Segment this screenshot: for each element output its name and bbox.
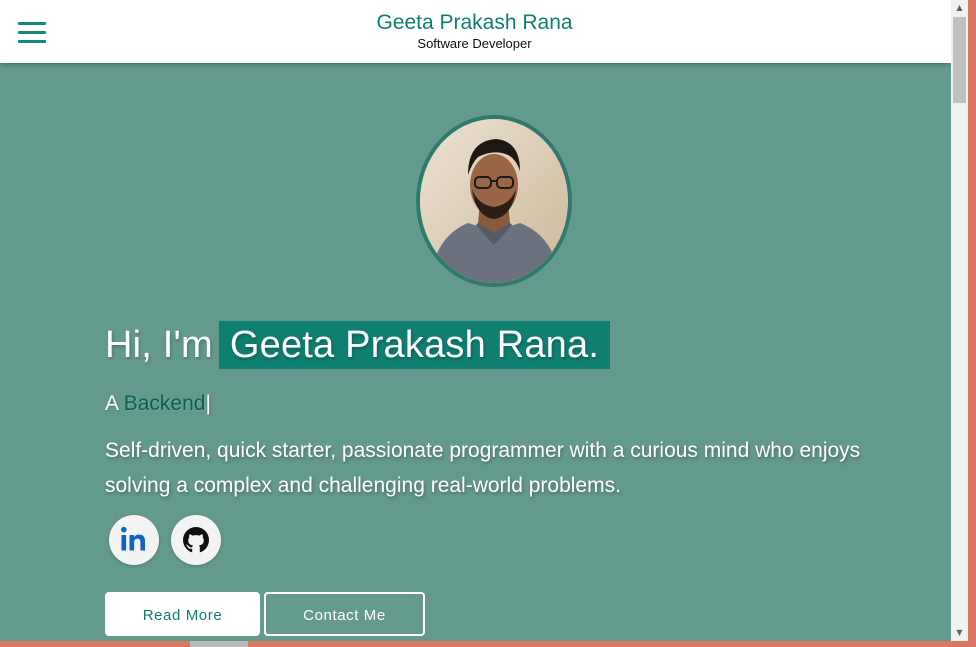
site-header: Geeta Prakash Rana Software Developer bbox=[0, 0, 951, 63]
avatar bbox=[416, 115, 572, 287]
taskbar-item[interactable] bbox=[190, 641, 248, 647]
github-icon bbox=[183, 527, 209, 553]
linkedin-icon bbox=[121, 526, 145, 551]
brand[interactable]: Geeta Prakash Rana Software Developer bbox=[0, 10, 949, 52]
hero-heading: Hi, I'm Geeta Prakash Rana. bbox=[105, 321, 611, 369]
hero-bio: Self-driven, quick starter, passionate p… bbox=[105, 439, 861, 497]
scroll-down-arrow-icon[interactable]: ▼ bbox=[951, 625, 968, 641]
brand-name: Geeta Prakash Rana bbox=[376, 11, 573, 34]
taskbar-strip bbox=[0, 641, 976, 647]
typed-role: Backend bbox=[123, 392, 206, 415]
typed-role-line: A Backend| bbox=[105, 391, 211, 417]
hero-greeting: Hi, I'm bbox=[105, 324, 213, 366]
brand-subtitle: Software Developer bbox=[417, 36, 532, 51]
github-link[interactable] bbox=[171, 515, 221, 565]
avatar-photo bbox=[420, 119, 568, 283]
typing-caret: | bbox=[205, 392, 211, 415]
page-viewport: Geeta Prakash Rana Software Developer Hi… bbox=[0, 0, 951, 641]
vertical-scrollbar[interactable]: ▲ ▼ bbox=[951, 0, 968, 641]
hero-name-highlight: Geeta Prakash Rana. bbox=[218, 321, 611, 369]
linkedin-link[interactable] bbox=[109, 515, 159, 565]
typed-prefix: A bbox=[105, 392, 118, 415]
read-more-button[interactable]: Read More bbox=[105, 592, 260, 636]
scrollbar-thumb[interactable] bbox=[953, 17, 966, 103]
desktop-background bbox=[968, 0, 976, 647]
contact-me-button[interactable]: Contact Me bbox=[264, 592, 425, 636]
scroll-up-arrow-icon[interactable]: ▲ bbox=[951, 0, 968, 16]
